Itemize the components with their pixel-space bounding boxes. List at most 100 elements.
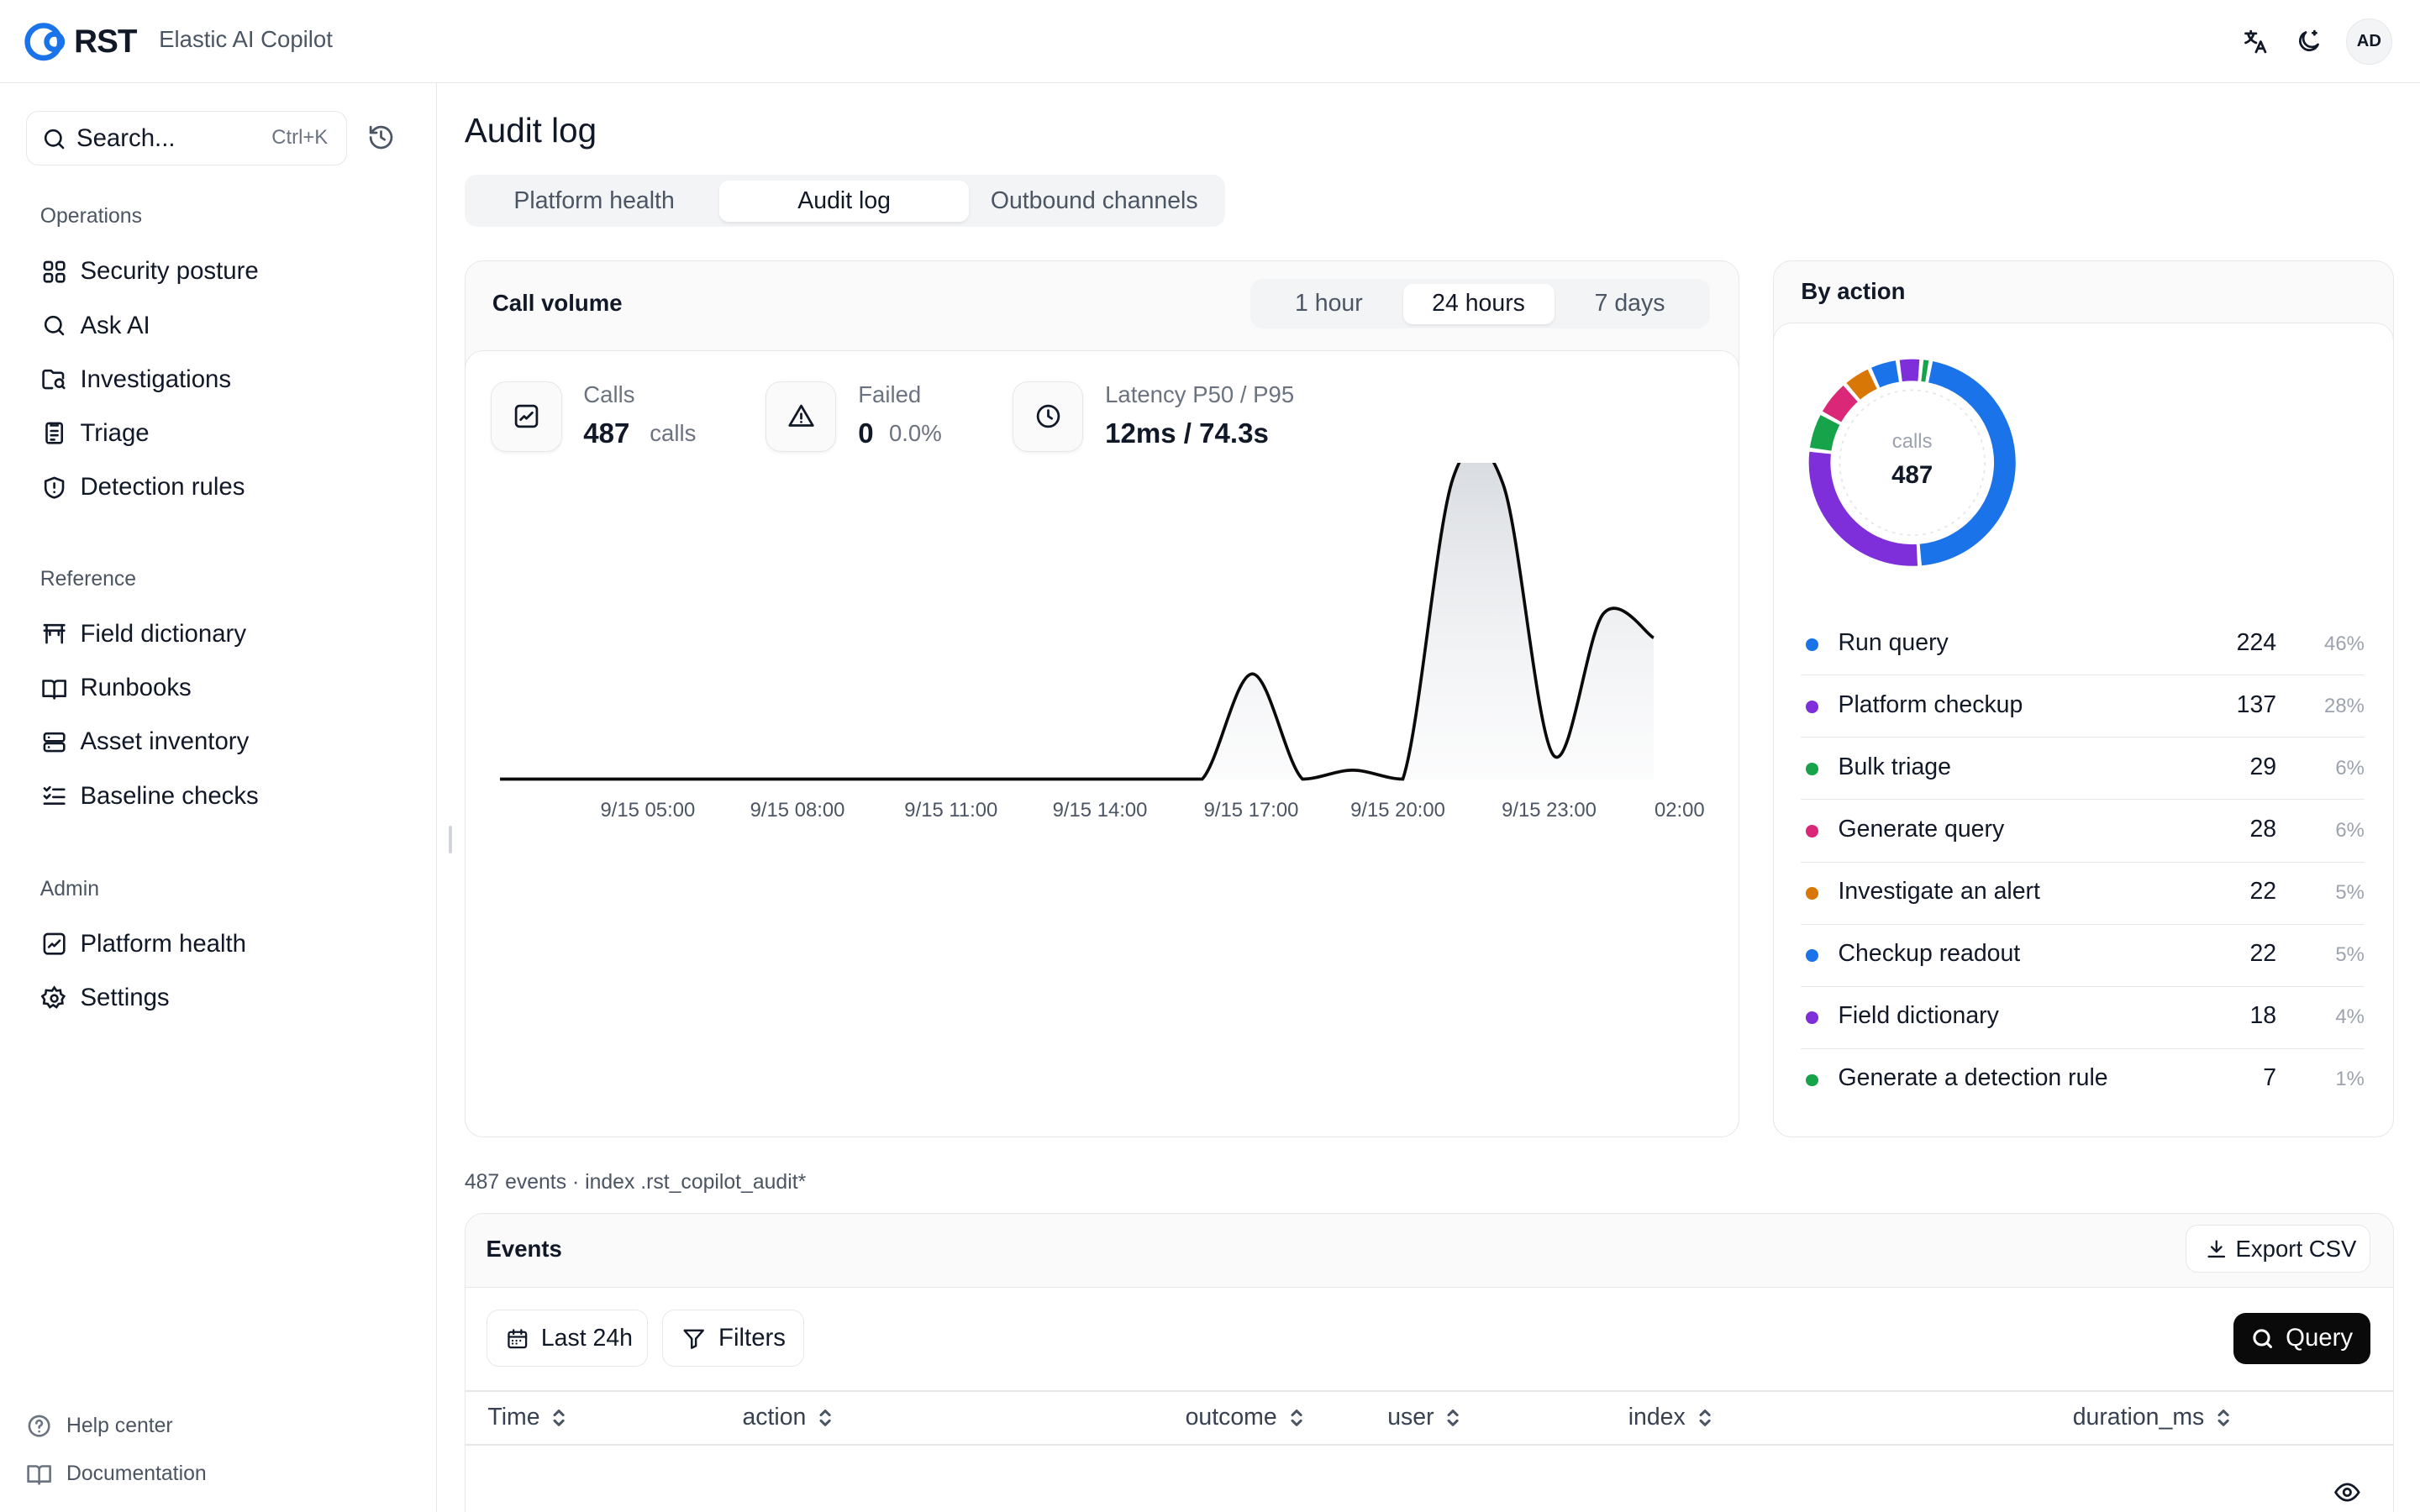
legend-percent: 5% (2335, 881, 2365, 905)
sort-icon[interactable] (817, 1408, 834, 1428)
legend-name: Platform checkup (1838, 691, 2023, 719)
time-filter-button[interactable]: Last 24h (486, 1310, 649, 1368)
activity-icon (39, 929, 70, 960)
sidebar-item-asset-inventory[interactable]: Asset inventory (24, 719, 410, 765)
x-tick-label: 02:00 (1654, 799, 1705, 822)
legend-row[interactable]: Generate query 28 6% (1801, 801, 2365, 863)
column-header-time[interactable]: Time (487, 1404, 567, 1431)
logo-mark-icon (24, 23, 65, 61)
legend-percent: 6% (2335, 757, 2365, 780)
legend-row[interactable]: Checkup readout 22 5% (1801, 925, 2365, 987)
legend-dot (1805, 949, 1818, 963)
column-header-index[interactable]: index (1628, 1404, 1713, 1431)
help-center-label: Help center (66, 1415, 173, 1438)
sidebar-item-runbooks[interactable]: Runbooks (24, 665, 410, 711)
sidebar-item-triage[interactable]: Triage (24, 411, 410, 457)
column-header-outcome[interactable]: outcome (1186, 1404, 1305, 1431)
eye-icon[interactable] (2332, 1478, 2363, 1512)
legend-percent: 5% (2335, 943, 2365, 967)
donut-slice[interactable] (1846, 369, 1877, 401)
column-header-label: action (742, 1404, 807, 1431)
sidebar-item-field-dictionary[interactable]: Field dictionary (24, 611, 410, 657)
book-icon (39, 673, 70, 704)
translate-icon[interactable] (2238, 24, 2271, 58)
history-icon[interactable] (367, 123, 395, 157)
stat-failed-rate: 0.0% (888, 419, 942, 446)
sort-icon[interactable] (1697, 1408, 1713, 1428)
sidebar-item-investigations[interactable]: Investigations (24, 356, 410, 402)
legend-dot (1805, 887, 1818, 900)
legend-row[interactable]: Platform checkup 137 28% (1801, 676, 2365, 738)
column-header-label: user (1387, 1404, 1434, 1431)
x-tick-label: 9/15 08:00 (750, 799, 845, 822)
sidebar-item-baseline-checks[interactable]: Baseline checks (24, 773, 410, 819)
legend-dot (1805, 1011, 1818, 1025)
sidebar-item-platform-health[interactable]: Platform health (24, 921, 410, 967)
legend-name: Bulk triage (1838, 753, 1951, 781)
top-bar: RST Elastic AI Copilot AD (0, 0, 2420, 84)
app-logo[interactable]: RST (24, 20, 137, 63)
sort-icon[interactable] (2215, 1408, 2232, 1428)
column-header-duration-ms[interactable]: duration_ms (2073, 1404, 2233, 1431)
legend-row[interactable]: Bulk triage 29 6% (1801, 738, 2365, 801)
query-label: Query (2286, 1324, 2354, 1352)
filters-button[interactable]: Filters (661, 1310, 804, 1368)
donut-slice[interactable] (1899, 359, 1920, 382)
sidebar-item-ask-ai[interactable]: Ask AI (24, 302, 410, 349)
export-csv-label: Export CSV (2235, 1235, 2357, 1262)
donut-slice[interactable] (1921, 360, 1929, 382)
section-title-operations: Operations (39, 205, 142, 228)
avatar[interactable]: AD (2345, 18, 2392, 66)
export-csv-button[interactable]: Export CSV (2185, 1225, 2371, 1273)
column-header-user[interactable]: user (1387, 1404, 1461, 1431)
sidebar-item-label: Detection rules (80, 473, 245, 501)
range-7-days[interactable]: 7 days (1557, 284, 1702, 324)
legend-row[interactable]: Generate a detection rule 7 1% (1801, 1049, 2365, 1110)
legend-count: 28 (2249, 816, 2277, 843)
sidebar-item-security-posture[interactable]: Security posture (24, 249, 410, 295)
call-volume-chart (500, 463, 1655, 781)
sort-icon[interactable] (1288, 1408, 1305, 1428)
documentation-link[interactable]: Documentation (26, 1461, 207, 1487)
stat-calls-value: 487 (583, 417, 630, 449)
sidebar-item-label: Investigations (80, 365, 232, 393)
stat-calls-unit: calls (650, 419, 697, 446)
donut-slice[interactable] (1871, 360, 1900, 388)
sidebar-resize-handle[interactable] (449, 825, 453, 853)
range-24-hours[interactable]: 24 hours (1402, 283, 1555, 324)
theme-toggle-icon[interactable] (2291, 24, 2325, 58)
calendar-icon (506, 1327, 529, 1351)
by-action-title: By action (1801, 277, 1906, 304)
tab-audit-log[interactable]: Audit log (718, 180, 970, 223)
sidebar-item-label: Settings (80, 984, 170, 1012)
sort-icon[interactable] (550, 1408, 567, 1428)
sidebar-item-label: Asset inventory (80, 727, 250, 756)
chart-area-fill (500, 463, 1654, 780)
sidebar-item-label: Triage (80, 419, 150, 448)
sort-icon[interactable] (1444, 1408, 1461, 1428)
column-header-action[interactable]: action (742, 1404, 834, 1431)
column-header-label: duration_ms (2072, 1404, 2205, 1431)
x-tick-label: 9/15 11:00 (904, 799, 998, 822)
legend-row[interactable]: Field dictionary 18 4% (1801, 987, 2365, 1049)
donut-slice[interactable] (1822, 386, 1859, 423)
sidebar-item-label: Baseline checks (80, 781, 259, 810)
tab-outbound-channels[interactable]: Outbound channels (971, 181, 1218, 223)
section-title-reference: Reference (39, 567, 137, 591)
range-1-hour[interactable]: 1 hour (1256, 284, 1402, 324)
search-input[interactable]: Search... Ctrl+K (26, 111, 348, 165)
legend-name: Investigate an alert (1838, 878, 2040, 906)
legend-row[interactable]: Investigate an alert 22 5% (1801, 863, 2365, 925)
tab-platform-health[interactable]: Platform health (471, 181, 718, 223)
query-button[interactable]: Query (2233, 1313, 2371, 1364)
help-center-link[interactable]: Help center (26, 1413, 173, 1439)
legend-name: Checkup readout (1838, 940, 2021, 968)
activity-icon (491, 381, 562, 453)
x-tick-label: 9/15 17:00 (1203, 799, 1299, 822)
sidebar-item-settings[interactable]: Settings (24, 975, 410, 1021)
clock-icon (1012, 381, 1084, 453)
stat-latency-value: 12ms / 74.3s (1105, 417, 1269, 449)
sidebar-item-detection-rules[interactable]: Detection rules (24, 465, 410, 511)
download-icon (2205, 1237, 2228, 1261)
legend-row[interactable]: Run query 224 46% (1801, 614, 2365, 676)
